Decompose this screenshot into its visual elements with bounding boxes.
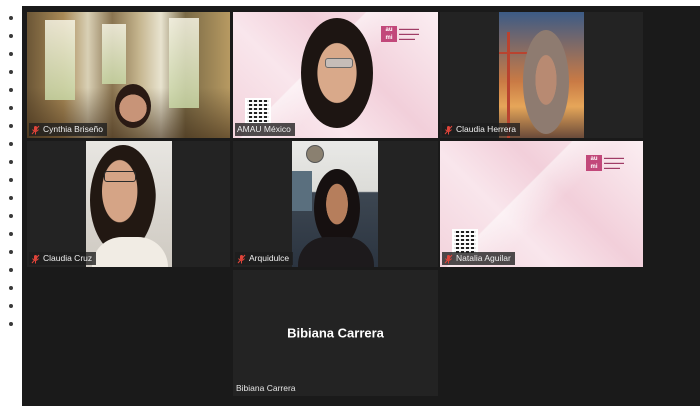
participant-name: AMAU México bbox=[237, 124, 291, 134]
toolbar-dot bbox=[9, 322, 13, 326]
video-tile-cynthia[interactable]: Cynthia Briseño bbox=[27, 12, 230, 138]
video-tile-bibiana[interactable]: Bibiana Carrera Bibiana Carrera bbox=[233, 270, 438, 396]
mic-off-icon bbox=[237, 254, 246, 264]
participant-name-tag: AMAU México bbox=[235, 123, 295, 136]
participant-name: Cynthia Briseño bbox=[43, 124, 104, 134]
toolbar-dot bbox=[9, 214, 13, 218]
toolbar-dot bbox=[9, 160, 13, 164]
amau-logo-icon: au mi bbox=[381, 26, 397, 42]
participant-display-name: Bibiana Carrera bbox=[287, 325, 384, 341]
toolbar-dot bbox=[9, 106, 13, 110]
mic-off-icon bbox=[444, 254, 453, 264]
virtual-background-room bbox=[27, 12, 230, 138]
qr-code-icon bbox=[245, 98, 271, 124]
toolbar-dot bbox=[9, 34, 13, 38]
video-feed bbox=[86, 141, 172, 267]
video-tile-amau[interactable]: au mi ▬▬▬▬▬ ▬▬▬▬▬ ▬▬▬▬ AMAU México bbox=[233, 12, 438, 138]
toolbar-dot bbox=[9, 124, 13, 128]
toolbar-dot bbox=[9, 286, 13, 290]
toolbar-dot bbox=[9, 250, 13, 254]
toolbar-dot bbox=[9, 88, 13, 92]
participant-name-tag: Claudia Herrera bbox=[442, 123, 520, 136]
toolbar-dot bbox=[9, 268, 13, 272]
participant-name-tag: Arquidulce bbox=[235, 252, 294, 265]
participant-name-tag: Bibiana Carrera bbox=[236, 383, 296, 393]
participant-name-tag: Cynthia Briseño bbox=[29, 123, 108, 136]
toolbar-dot bbox=[9, 232, 13, 236]
participant-name: Arquidulce bbox=[249, 253, 290, 263]
participant-name: Natalia Aguilar bbox=[456, 253, 511, 263]
virtual-background-brand: au mi ▬▬▬▬▬ ▬▬▬▬▬ ▬▬▬▬ bbox=[233, 12, 438, 138]
toolbar-dot bbox=[9, 52, 13, 56]
toolbar-dot bbox=[9, 196, 13, 200]
amau-logo-text-icon: ▬▬▬▬▬ ▬▬▬▬▬ ▬▬▬▬ bbox=[604, 155, 624, 170]
video-feed bbox=[292, 141, 378, 267]
video-feed bbox=[499, 12, 584, 138]
left-toolbar-strip bbox=[0, 0, 22, 406]
toolbar-dot bbox=[9, 16, 13, 20]
participant-name-tag: Natalia Aguilar bbox=[442, 252, 515, 265]
toolbar-dot bbox=[9, 178, 13, 182]
gallery-view: Cynthia Briseño au mi ▬▬▬▬▬ ▬▬▬▬▬ ▬▬▬▬ AMAU… bbox=[22, 6, 700, 406]
amau-logo-text-icon: ▬▬▬▬▬ ▬▬▬▬▬ ▬▬▬▬ bbox=[399, 26, 419, 41]
toolbar-dot bbox=[9, 142, 13, 146]
participant-name-tag: Claudia Cruz bbox=[29, 252, 97, 265]
video-tile-natalia[interactable]: au mi ▬▬▬▬▬ ▬▬▬▬▬ ▬▬▬▬ Natalia Aguilar bbox=[440, 141, 643, 267]
amau-logo-icon: au mi bbox=[586, 155, 602, 171]
video-tile-arquidulce[interactable]: Arquidulce bbox=[233, 141, 438, 267]
mic-off-icon bbox=[31, 254, 40, 264]
virtual-background-brand: au mi ▬▬▬▬▬ ▬▬▬▬▬ ▬▬▬▬ bbox=[440, 141, 643, 267]
mic-off-icon bbox=[444, 125, 453, 135]
video-tile-claudia-cruz[interactable]: Claudia Cruz bbox=[27, 141, 230, 267]
participant-name: Claudia Herrera bbox=[456, 124, 516, 134]
toolbar-dot bbox=[9, 70, 13, 74]
mic-off-icon bbox=[31, 125, 40, 135]
video-tile-claudia-herrera[interactable]: Claudia Herrera bbox=[440, 12, 643, 138]
toolbar-dot bbox=[9, 304, 13, 308]
participant-name: Claudia Cruz bbox=[43, 253, 93, 263]
